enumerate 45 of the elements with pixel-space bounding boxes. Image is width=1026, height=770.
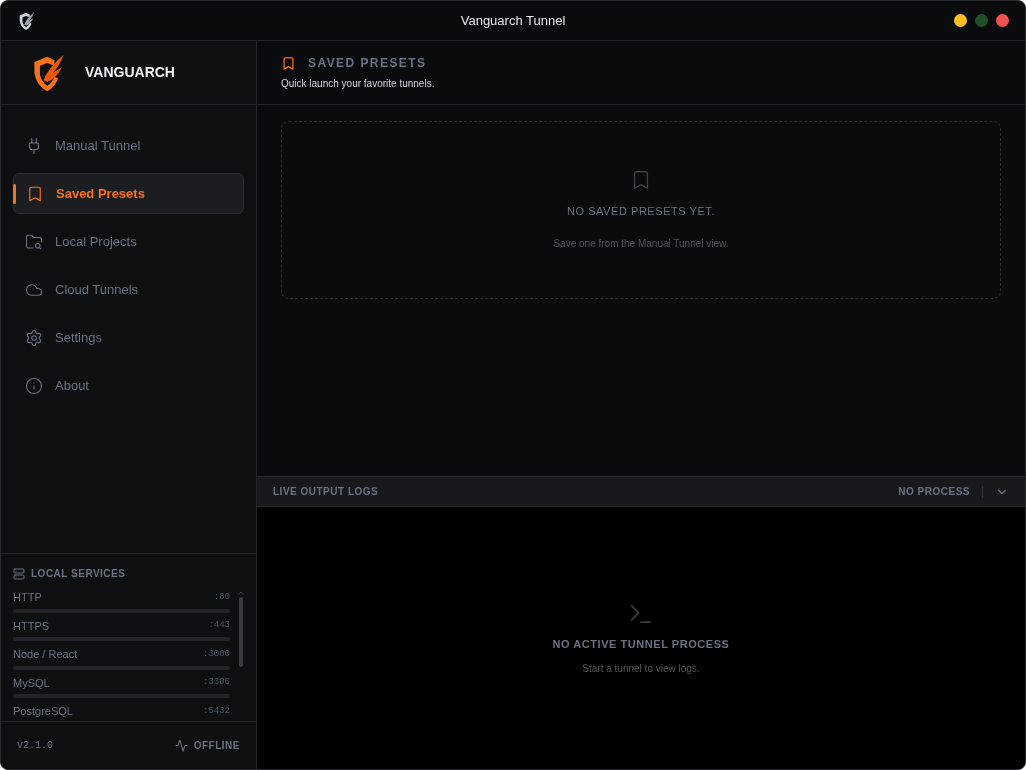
nav-item[interactable]: Manual Tunnel xyxy=(13,125,244,166)
nav-item[interactable]: Cloud Tunnels xyxy=(13,269,244,310)
service-name: PostgreSQL xyxy=(13,704,73,719)
service-row[interactable]: HTTP :80 xyxy=(13,589,230,613)
process-status: NO PROCESS xyxy=(898,485,970,499)
logs-empty-hint: Start a tunnel to view logs. xyxy=(582,661,700,676)
server-icon xyxy=(13,567,25,580)
bookmark-icon xyxy=(26,184,44,203)
service-name: HTTPS xyxy=(13,618,50,634)
info-icon xyxy=(25,376,43,395)
page-subtitle: Quick launch your favorite tunnels. xyxy=(281,77,436,91)
service-port: :80 xyxy=(213,590,230,604)
service-port: :5432 xyxy=(203,704,230,718)
section-title: LOCAL SERVICES xyxy=(31,567,126,581)
shield-logo-icon xyxy=(17,10,37,31)
logs-empty-title: NO ACTIVE TUNNEL PROCESS xyxy=(552,637,730,653)
service-name: MySQL xyxy=(13,675,50,691)
empty-title: NO SAVED PRESETS YET. xyxy=(566,204,716,220)
bookmark-icon xyxy=(281,55,296,71)
activity-icon xyxy=(174,739,188,752)
logs-title: LIVE OUTPUT LOGS xyxy=(273,485,379,499)
service-row[interactable]: PostgreSQL :5432 xyxy=(13,703,230,721)
folder-search-icon xyxy=(25,232,43,251)
empty-hint: Save one from the Manual Tunnel view. xyxy=(553,236,729,251)
connection-status: OFFLINE xyxy=(193,739,240,753)
nav-item[interactable]: Settings xyxy=(13,317,244,358)
brand-name: VANGUARCH xyxy=(85,63,175,82)
page-title: SAVED PRESETS xyxy=(308,55,427,72)
close-button[interactable] xyxy=(996,14,1009,27)
service-port: :443 xyxy=(208,619,230,632)
service-row[interactable]: MySQL :3306 xyxy=(13,674,230,698)
service-name: Node / React xyxy=(13,647,78,662)
version-label: v2.1.0 xyxy=(17,739,53,753)
service-row[interactable]: Node / React :3000 xyxy=(13,646,230,670)
service-row[interactable]: HTTPS :443 xyxy=(13,617,230,641)
service-name: HTTP xyxy=(13,590,42,605)
maximize-button[interactable] xyxy=(975,14,988,27)
settings-icon xyxy=(25,328,43,347)
window-title: Vanguarch Tunnel xyxy=(460,11,566,30)
service-port: :3000 xyxy=(203,647,230,661)
nav-item[interactable]: About xyxy=(13,365,244,406)
nav-item[interactable]: Saved Presets xyxy=(13,173,244,214)
service-port: :3306 xyxy=(203,676,230,689)
nav-item[interactable]: Local Projects xyxy=(13,221,244,262)
minimize-button[interactable] xyxy=(954,14,967,27)
